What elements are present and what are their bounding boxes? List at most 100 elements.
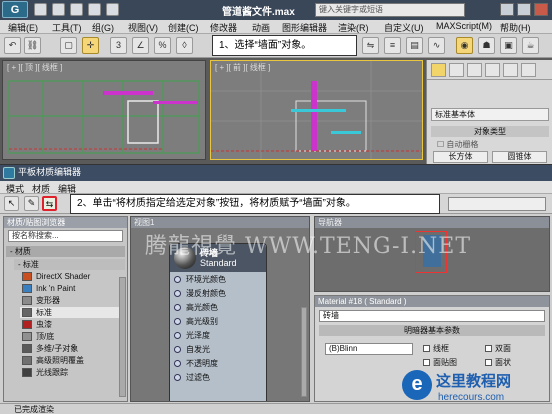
material-item[interactable]: 顶/底 [20,331,125,342]
undo-icon[interactable] [88,3,101,16]
material-node[interactable]: 砖墙 Standard 环境光颜色 漫反射颜色 高光颜色 高光级别 光泽度 自发… [169,243,267,401]
assign-material-to-selection-button[interactable]: ⇆ [42,196,57,211]
layer-icon[interactable]: ▤ [406,37,423,54]
percent-snap-icon[interactable]: % [154,37,171,54]
menu-help[interactable]: 帮助(H) [500,21,531,34]
new-file-icon[interactable] [34,3,47,16]
two-sided-checkbox[interactable]: 双面 [485,343,511,354]
material-item[interactable]: 光线跟踪 [20,367,125,378]
shader-basic-params-rollout[interactable]: 明暗器基本参数 [319,325,545,336]
object-type-rollout[interactable]: 对象类型 [431,126,549,137]
viewport-top[interactable]: [ + ][ 顶 ][ 线框 ] [2,60,206,160]
angle-snap-icon[interactable]: ∠ [132,37,149,54]
menu-customize[interactable]: 自定义(U) [384,21,424,34]
node-slot[interactable]: 高光颜色 [170,301,266,314]
menu-group[interactable]: 组(G) [92,21,114,34]
material-item[interactable]: 标准 [20,307,125,318]
slot-label: 漫反射颜色 [186,289,226,298]
material-editor-icon[interactable]: ◉ [456,37,473,54]
select-move-icon[interactable]: ✛ [82,37,99,54]
node-slot[interactable]: 漫反射颜色 [170,287,266,300]
render-setup-icon[interactable]: ☗ [478,37,495,54]
search-input[interactable]: 键入关键字或短语 [315,3,465,17]
material-item[interactable]: 变形器 [20,295,125,306]
material-swatch-icon [22,368,32,377]
slot-socket-icon[interactable] [174,332,181,339]
menu-maxscript[interactable]: MAXScript(M) [436,21,492,31]
shader-type-dropdown[interactable]: (B)Blinn [325,343,413,355]
rendered-frame-icon[interactable]: ▣ [500,37,517,54]
wire-checkbox[interactable]: 线框 [423,343,449,354]
material-swatch-icon [22,284,32,293]
material-item-label: 虫漆 [36,320,52,329]
save-file-icon[interactable] [70,3,83,16]
menu-views[interactable]: 视图(V) [128,21,158,34]
node-slot[interactable]: 自发光 [170,343,266,356]
select-region-icon[interactable]: ▢ [60,37,77,54]
align-icon[interactable]: ≡ [384,37,401,54]
box-button[interactable]: 长方体 [433,151,488,163]
slot-socket-icon[interactable] [174,360,181,367]
slot-label: 光泽度 [186,331,210,340]
close-button[interactable] [534,3,548,16]
utilities-tab-icon[interactable] [521,63,536,77]
render-teapot-icon[interactable]: ☕ [522,37,539,54]
modify-tab-icon[interactable] [449,63,464,77]
material-item[interactable]: Ink 'n Paint [20,283,125,294]
object-category-dropdown[interactable]: 标准基本体 [431,108,549,121]
node-slot[interactable]: 高光级别 [170,315,266,328]
menu-edit[interactable]: 编辑(E) [8,21,38,34]
watermark-text: 腾龍視覺 WWW.TENG-I.NET [145,234,472,259]
slot-socket-icon[interactable] [174,304,181,311]
material-item-label: 高级照明覆盖 [36,356,84,365]
node-slot[interactable]: 过滤色 [170,371,266,384]
create-tab-icon[interactable] [431,63,446,77]
node-slot[interactable]: 环境光颜色 [170,273,266,286]
material-item[interactable]: DirectX Shader [20,271,125,282]
standard-subgroup[interactable]: - 标准 [14,259,125,270]
view-selector-dropdown[interactable] [448,197,546,211]
browser-search-input[interactable]: 按名称搜索... [8,230,123,242]
display-tab-icon[interactable] [503,63,518,77]
curve-editor-icon[interactable]: ∿ [428,37,445,54]
slot-socket-icon[interactable] [174,318,181,325]
link-icon[interactable]: ⛓ [24,37,41,54]
menu-tools[interactable]: 工具(T) [52,21,82,34]
open-file-icon[interactable] [52,3,65,16]
pick-material-icon[interactable]: ✎ [24,196,39,211]
slot-socket-icon[interactable] [174,374,181,381]
material-name-field[interactable]: 砖墙 [319,310,545,322]
maximize-button[interactable] [517,3,531,16]
undo-toolbar-icon[interactable]: ↶ [4,37,21,54]
mirror-icon[interactable]: ⇋ [362,37,379,54]
slot-label: 自发光 [186,345,210,354]
material-item[interactable]: 高级照明覆盖 [20,355,125,366]
materials-group[interactable]: - 材质 [6,246,125,257]
snap-icon[interactable]: 3 [110,37,127,54]
wire-label: 线框 [433,344,449,353]
spinner-snap-icon[interactable]: ◊ [176,37,193,54]
material-item[interactable]: 虫漆 [20,319,125,330]
view-scrollbar[interactable] [301,307,307,397]
node-slot[interactable]: 光泽度 [170,329,266,342]
app-logo-icon[interactable]: G [2,1,28,18]
browser-scrollbar[interactable] [119,277,126,397]
slot-socket-icon[interactable] [174,346,181,353]
menu-graph-editors[interactable]: 图形编辑器 [282,21,327,34]
hierarchy-tab-icon[interactable] [467,63,482,77]
menu-animation[interactable]: 动画 [252,21,270,34]
select-tool-icon[interactable]: ↖ [4,196,19,211]
redo-icon[interactable] [106,3,119,16]
slot-socket-icon[interactable] [174,276,181,283]
node-slot[interactable]: 不透明度 [170,357,266,370]
material-item[interactable]: 多维/子对象 [20,343,125,354]
minimize-button[interactable] [500,3,514,16]
menu-rendering[interactable]: 渲染(R) [338,21,369,34]
viewport-front[interactable]: [ + ][ 前 ][ 线框 ] [210,60,423,160]
menu-modifiers[interactable]: 修改器 [210,21,237,34]
cone-button[interactable]: 圆锥体 [492,151,547,163]
autogrid-checkbox[interactable]: ☐ 自动栅格 [437,139,478,150]
motion-tab-icon[interactable] [485,63,500,77]
menu-create[interactable]: 创建(C) [168,21,199,34]
slot-socket-icon[interactable] [174,290,181,297]
